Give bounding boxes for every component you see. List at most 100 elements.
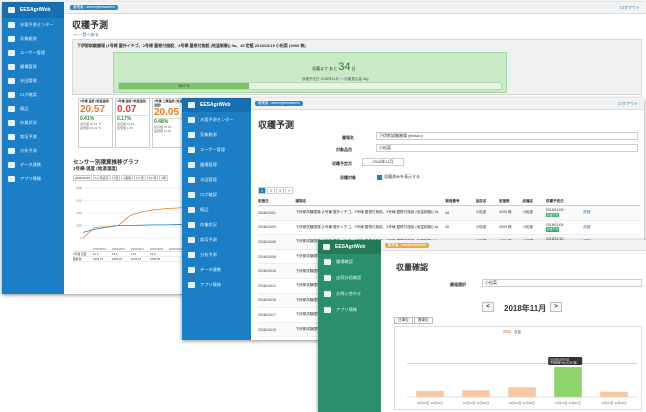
sidebar-item[interactable]: ユーザー管理 [2,46,64,60]
column-header: 定植日 [258,198,269,203]
menu-icon [8,7,15,13]
app-brand[interactable]: EESAgriWeb [2,2,64,18]
legend-swatch [503,330,511,333]
nav-icon [8,50,15,56]
table-cell: 11.2 [131,252,137,256]
back-link[interactable]: << 一覧へ戻る [73,32,99,38]
table-cell: 2018/10/08 [258,254,276,259]
nav-icon [188,236,195,243]
pagination: 1 2 3» [258,187,293,194]
x-tick-label: 10月13日-10月19日 [463,401,489,405]
page-link[interactable]: » [285,187,293,194]
chart-tab[interactable]: 1日 [111,175,121,181]
sidebar-item[interactable]: 水稲予測センター [182,112,251,127]
sidebar-item[interactable]: 分析予測 [182,247,251,262]
bar[interactable] [508,387,536,397]
sidebar-item[interactable]: 出荷計画確認 [318,270,381,286]
sidebar-item[interactable]: データ連携 [2,158,64,172]
bar[interactable] [554,367,582,397]
sidebar-item[interactable]: 圃場管理 [182,157,251,172]
sidebar-item[interactable]: データ連携 [182,262,251,277]
logout-link[interactable]: ログアウト [618,101,638,107]
sensor-card[interactable]: 3号棟 温度 (地温湿度) 20.57 0.41% 最高値 30.51 ℃ 最低値 15… [78,98,113,148]
sidebar-item-label: 水田管理 [20,78,37,83]
nav-icon [324,291,331,297]
card-delta: 0.48% [154,118,185,125]
card-value: 20.57 [80,103,106,115]
chart-section-title: センサー別積算推移グラフ [73,160,140,166]
card-title: 3号棟 湿度 (地温湿度) [117,99,147,103]
card-title: 3号棟 温度 (地温湿度) [80,99,110,103]
table-cell: 2018/10/15 [258,298,276,303]
sidebar-item[interactable]: アプリ情報 [182,277,251,292]
sidebar-item[interactable]: 作業状況 [182,217,251,232]
sidebar-item[interactable]: 圃場確認 [318,254,381,270]
logout-link[interactable]: ログアウト [620,5,640,11]
chart-tab[interactable]: 6ヶ月 [146,175,159,181]
nav-icon [8,36,15,42]
nav-icon [8,92,15,98]
table-cell: 14.0 [150,252,156,256]
sidebar-item-label: 備品 [200,206,209,212]
sidebar-item[interactable]: 栽培予測 [2,130,64,144]
chart-tab[interactable]: 2018/10/15 [73,175,93,181]
column-header: 品種名 [522,198,534,203]
sidebar-item[interactable]: 分析予測 [2,144,64,158]
chart-tab[interactable]: 1週間 [121,175,134,181]
card-delta: 0.41% [80,114,111,122]
y-tick-label: 4000 [76,212,82,215]
prev-month-button[interactable]: < [482,302,494,312]
crop-select[interactable]: 小松菜 [376,144,638,152]
app-brand[interactable]: EESAgriWeb [182,98,251,112]
sidebar-item[interactable]: ログ確認 [182,187,251,202]
table-cell: 3号棟 温度 [73,252,87,256]
table-cell: 下伊那試験圃場 (1号棟 屋外イチゴ、2号棟 屋根付施設、3号棟 屋根付施設 (… [295,210,439,215]
harvest-tag: 収穫予測 [545,212,559,218]
days-left: 34 [338,61,351,73]
nav-icon [188,206,195,213]
series-line [82,206,190,239]
show-harvested-checkbox[interactable]: 収穫済みを表示する [377,174,420,180]
table-row[interactable]: 2018/10/01 下伊那試験圃場 (1号棟 屋外イチゴ、2号棟 屋根付施設、3… [258,206,640,221]
view-button[interactable]: 日単位 [394,317,413,324]
month-picker[interactable]: 2018年11月 [362,158,404,166]
page-link[interactable]: 3 [276,187,284,194]
bar[interactable] [416,391,444,397]
field-line: 下伊那試験圃場 (1号棟 屋外イチゴ、2号棟 屋根付施設、3号棟 屋根付施設 (… [77,43,306,48]
sidebar-item[interactable]: 備品 [182,202,251,217]
sidebar-item[interactable]: アプリ情報 [318,302,381,318]
field-select[interactable]: 小松菜 [482,279,642,287]
sidebar-item[interactable]: 水田管理 [2,74,64,88]
sidebar-item[interactable]: アプリ情報 [2,172,64,186]
table-row: 積算値 1653.72 1665.22 1676.61 1690.05 [73,257,189,262]
sidebar-item[interactable]: 水田管理 [182,172,251,187]
sidebar-item[interactable]: 備品 [2,102,64,116]
sidebar-item[interactable]: お問い合わせ [318,286,381,302]
page-link[interactable]: 2 [267,187,275,194]
page-link[interactable]: 1 [258,187,266,194]
sidebar-item[interactable]: 水稲予測センター [2,18,64,32]
bar[interactable] [600,391,628,397]
table-cell: 小松菜 [475,224,487,229]
table-row[interactable]: 2018/10/03 下伊那試験圃場 (1号棟 屋外イチゴ、2号棟 屋根付施設、3… [258,221,640,236]
sensor-card[interactable]: 3号棟 湿度 (地温湿度) 0.07 0.17% 最高値 13.24 最低値 1.06 [115,98,150,148]
detail-link[interactable]: 詳細 [583,225,602,230]
chart-tab[interactable]: 1ヶ月表示 [93,175,111,181]
app-brand[interactable]: EESAgriWeb [318,240,381,254]
sidebar-item[interactable]: 栽培予測 [182,232,251,247]
next-month-button[interactable]: > [550,302,562,312]
chart-tab[interactable]: 1年 [159,175,169,181]
sidebar-item[interactable]: 圃場管理 [2,60,64,74]
sidebar-item[interactable]: ユーザー管理 [182,142,251,157]
bar[interactable] [462,390,490,397]
nav-icon [8,176,15,182]
chart-tab[interactable]: 1ヶ月 [134,175,146,181]
sidebar-item[interactable]: 気象観測 [2,32,64,46]
sidebar-item[interactable]: ログ確認 [2,88,64,102]
field-select[interactable]: 下伊那試験圃場 (tedsoo) [376,132,638,140]
detail-link[interactable]: 詳細 [583,210,602,215]
sidebar-item[interactable]: 作業状況 [2,116,64,130]
sidebar-item[interactable]: 気象観測 [182,127,251,142]
view-button[interactable]: 週単位 [413,317,433,324]
harvest-progress: 収穫まで あと 34 日 収穫予定日 2018年11月 ～ 収穫見込量 4kg … [113,52,507,93]
